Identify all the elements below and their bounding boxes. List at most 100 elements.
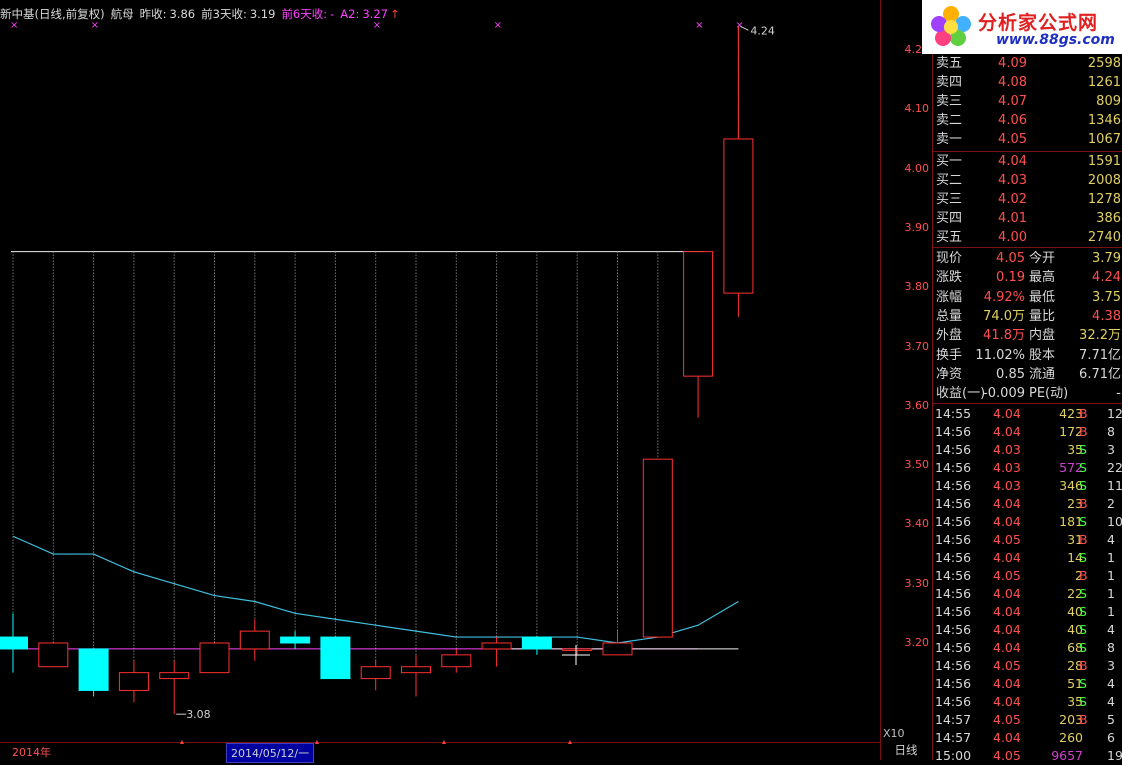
candlestick [723,26,754,317]
kline-chart-area[interactable]: × × × × × × 4.24 3.08 新中基(日线,前复权) 航母 昨收: 3.86 前3天收:… [0,0,880,763]
close6-label: 前6天收: [281,7,328,21]
quote-row: 收益(一) -0.009 PE(动) - [933,384,1122,403]
kline-chart[interactable]: × × ×× × × 4.243.08 [0,0,880,742]
order-volume: 2008 [1087,173,1121,188]
order-level-label: 卖四 [936,75,963,90]
order-volume: 386 [1096,211,1121,226]
tick-time: 14:56 [935,442,972,457]
quote-row: 总量 74.0万 量比 4.38 [933,307,1122,326]
tick-side: S [1079,604,1087,619]
quote-value: 11.02% [975,347,1025,363]
date-tick-marker [180,740,184,744]
tick-count: 198 [1107,748,1122,763]
tick-time: 14:56 [935,640,972,655]
bid-row: 买一 4.04 1591 [933,152,1122,171]
candle-body [481,642,512,650]
tick-side: B [1079,532,1088,547]
selected-date: 2014/05/12/一 [226,743,315,763]
tick-price: 4.04 [993,496,1021,511]
tick-row: 14:56 4.04 14 S 1 [933,549,1122,567]
quote-label: 内盘 [1029,328,1056,344]
quote-value: 4.05 [996,251,1025,266]
tick-count: 5 [1107,712,1115,727]
a2-label: A2: [340,7,360,21]
order-level-label: 卖三 [936,94,963,109]
candle-body [562,648,593,651]
quote-label: PE(动) [1029,386,1069,402]
quote-row: 净资 0.85 流通 6.71亿 [933,365,1122,384]
ask-row: 卖四 4.08 1261 [933,73,1122,92]
quote-label: 涨幅 [936,289,963,305]
quote-label: 涨跌 [936,270,963,286]
site-logo: 分析家公式网 www.88gs.com [922,0,1122,54]
signal-marker-icon: × [695,20,703,31]
tick-side: B [1079,424,1088,439]
order-price: 4.01 [998,211,1027,226]
tick-time: 15:00 [935,748,972,763]
quote-value: 3.75 [1092,289,1121,305]
candlestick [280,631,311,649]
tick-time: 14:56 [935,604,972,619]
quote-value: 7.71亿 [1079,347,1121,363]
tick-side: S [1079,640,1087,655]
prev-close-value: 3.86 [169,7,196,21]
stock-name: 新中基(日线,前复权) [0,7,105,21]
tick-price: 4.03 [993,478,1021,493]
tick-count: 1 [1107,604,1115,619]
quote-label: 量比 [1029,308,1056,324]
tick-count: 11 [1107,478,1122,493]
order-level-label: 买三 [936,192,963,207]
tick-time: 14:56 [935,568,972,583]
candlestick [562,648,593,655]
tick-price: 4.04 [993,550,1021,565]
quote-value: 74.0万 [983,308,1025,324]
tick-row: 15:00 4.05 9657 198 [933,747,1122,765]
bid-row: 买二 4.03 2008 [933,171,1122,190]
tick-count: 1 [1107,568,1115,583]
tick-time: 14:56 [935,694,972,709]
logo-brand: 分析家公式网 [978,12,1099,34]
tick-row: 14:56 4.04 172 B 8 [933,423,1122,441]
candlestick [481,637,512,667]
tick-side: B [1079,658,1088,673]
quote-panel: 卖五 4.09 2598 卖四 4.08 1261 卖三 4.07 809 卖二 4.06 1346 卖… [932,54,1122,763]
order-volume: 1278 [1087,192,1121,207]
quote-label: 总量 [936,308,963,324]
quote-value: 0.19 [996,270,1025,286]
quote-label: 净资 [936,366,963,382]
candle-body [239,630,270,650]
tick-price: 4.04 [993,676,1021,691]
period-label[interactable]: 日线 [882,742,930,758]
logo-url: www.88gs.com [996,32,1115,48]
quote-label: 外盘 [936,328,963,344]
tick-count: 3 [1107,442,1115,457]
bid-row: 买三 4.02 1278 [933,190,1122,209]
tick-count: 4 [1107,532,1115,547]
quote-value: -0.009 [983,386,1025,402]
tick-time: 14:56 [935,676,972,691]
candle-body [602,642,633,656]
tick-row: 14:56 4.05 31 B 4 [933,531,1122,549]
signal-marker-icon: × [735,20,743,31]
tick-side: S [1079,694,1087,709]
order-volume: 1591 [1087,154,1121,169]
price-tick-label: 3.40 [904,517,930,531]
candle-body [401,666,431,674]
tick-side: S [1079,460,1087,475]
quote-label: 最低 [1029,289,1056,305]
order-level-label: 买四 [936,211,963,226]
quote-value: 4.92% [983,289,1025,305]
tick-count: 4 [1107,676,1115,691]
order-volume: 1346 [1087,113,1121,128]
tick-side: S [1079,586,1087,601]
candle-body [441,654,472,668]
tick-time: 14:57 [935,730,972,745]
a2-value: 3.27 [362,7,388,21]
ask-row: 卖二 4.06 1346 [933,111,1122,130]
tick-price: 4.04 [993,406,1021,421]
price-tick-label: 3.20 [904,636,930,649]
quote-label: 最高 [1029,270,1056,286]
candlestick [199,642,230,674]
quote-value: 3.79 [1092,251,1121,266]
candle-body [280,636,311,644]
